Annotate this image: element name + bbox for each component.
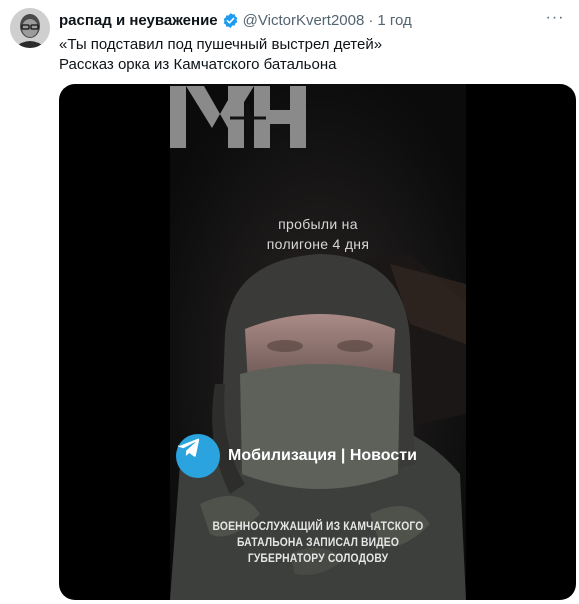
caption-bottom-line: БАТАЛЬОНА ЗАПИСАЛ ВИДЕО [236,535,400,549]
caption-bottom: ВОЕННОСЛУЖАЩИЙ ИЗ КАМЧАТСКОГО БАТАЛЬОНА … [191,518,446,566]
verified-icon [222,12,239,29]
caption-bottom-line: ВОЕННОСЛУЖАЩИЙ ИЗ КАМЧАТСКОГО [212,519,424,533]
tweet-header: распад и неуважение @VictorKvert2008 · 1… [59,12,412,29]
user-handle[interactable]: @VictorKvert2008 [243,12,365,29]
caption-top-line: полигоне 4 дня [266,236,370,252]
mn-logo [170,86,306,148]
timestamp[interactable]: 1 год [377,12,411,29]
separator-dot: · [368,12,374,29]
avatar[interactable] [10,8,50,48]
display-name[interactable]: распад и неуважение [59,12,218,29]
video-frame[interactable]: пробыли на полигоне 4 дня Мобилизация | … [170,84,466,600]
telegram-icon [176,434,220,478]
more-icon[interactable]: ··· [541,8,569,28]
video-media[interactable]: пробыли на полигоне 4 дня Мобилизация | … [59,84,576,600]
tweet-text-line: «Ты подставил под пушечный выстрел детей… [59,36,383,53]
caption-bottom-line: ГУБЕРНАТОРУ СОЛОДОВУ [247,551,389,565]
tweet-text: «Ты подставил под пушечный выстрел детей… [59,35,564,75]
channel-name: Мобилизация | Новости [228,447,417,464]
caption-top-line: пробыли на [278,216,358,232]
tweet-text-line: Рассказ орка из Камчатского батальона [59,56,337,73]
caption-top: пробыли на полигоне 4 дня [170,214,466,254]
telegram-channel-banner: Мобилизация | Новости [176,434,417,478]
tweet: распад и неуважение @VictorKvert2008 · 1… [0,0,579,604]
